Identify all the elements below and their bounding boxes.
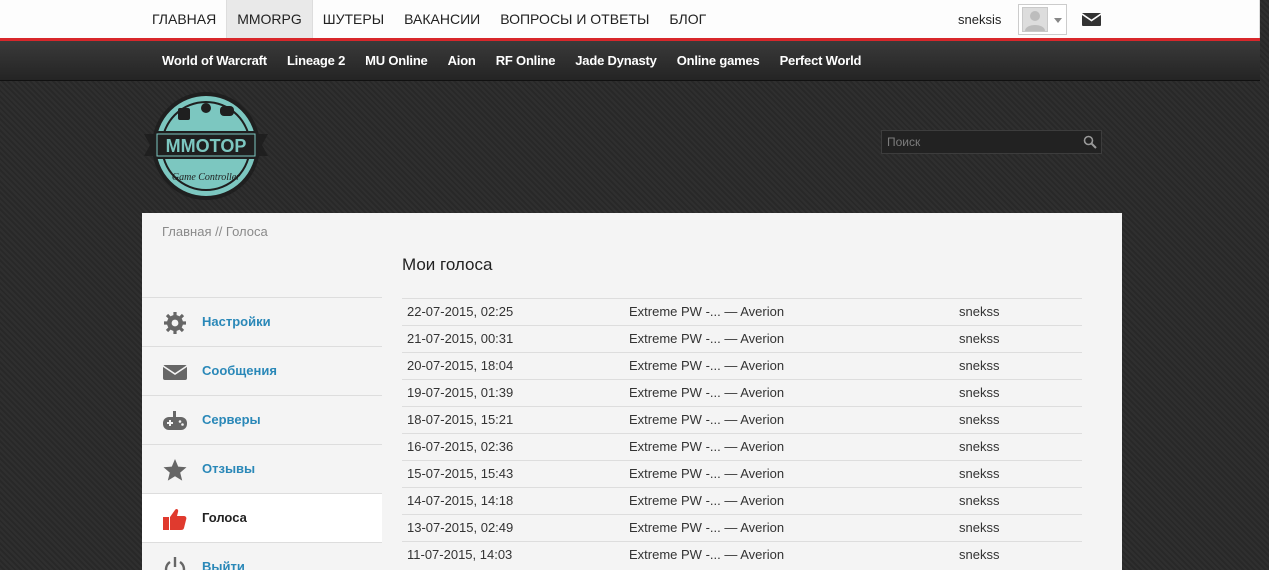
sidebar-item-logout[interactable]: Выйти <box>142 542 382 570</box>
star-icon <box>162 458 188 482</box>
menu-item-mmorpg[interactable]: MMORPG <box>226 0 313 38</box>
main-panel: Главная // Голоса Настройки Сообщения Се… <box>142 213 1122 570</box>
table-row: 19-07-2015, 01:39 Extreme PW -... — Aver… <box>402 379 1082 406</box>
power-icon <box>162 556 188 570</box>
vote-user: snekss <box>959 493 1000 508</box>
vote-server[interactable]: Extreme PW -... — Averion <box>629 461 784 487</box>
table-row: 15-07-2015, 15:43 Extreme PW -... — Aver… <box>402 460 1082 487</box>
vote-date: 19-07-2015, 01:39 <box>407 385 514 400</box>
table-row: 14-07-2015, 14:18 Extreme PW -... — Aver… <box>402 487 1082 514</box>
table-row: 16-07-2015, 02:36 Extreme PW -... — Aver… <box>402 433 1082 460</box>
sidebar-item-label: Голоса <box>202 510 247 525</box>
search-box <box>881 130 1102 154</box>
gear-icon <box>162 311 188 335</box>
search-input[interactable] <box>882 131 1072 153</box>
sidebar-item-votes[interactable]: Голоса <box>142 493 382 542</box>
user-silhouette-icon <box>1025 11 1045 31</box>
vote-server[interactable]: Extreme PW -... — Averion <box>629 542 784 568</box>
vote-date: 13-07-2015, 02:49 <box>407 520 514 535</box>
vote-user: snekss <box>959 412 1000 427</box>
sidebar-item-label: Отзывы <box>202 461 256 476</box>
table-row: 11-07-2015, 14:03 Extreme PW -... — Aver… <box>402 541 1082 568</box>
menu-item-shooters[interactable]: ШУТЕРЫ <box>313 0 394 38</box>
sidebar-item-messages[interactable]: Сообщения <box>142 346 382 395</box>
table-row: 21-07-2015, 00:31 Extreme PW -... — Aver… <box>402 325 1082 352</box>
profile-sidebar: Настройки Сообщения Серверы Отзывы Голос… <box>142 297 382 570</box>
table-row: 22-07-2015, 02:25 Extreme PW -... — Aver… <box>402 298 1082 325</box>
vote-server[interactable]: Extreme PW -... — Averion <box>629 434 784 460</box>
game-navigation: World of Warcraft Lineage 2 MU Online Ai… <box>0 41 1260 81</box>
game-link-online-games[interactable]: Online games <box>667 41 770 81</box>
vote-server[interactable]: Extreme PW -... — Averion <box>629 353 784 379</box>
vote-server[interactable]: Extreme PW -... — Averion <box>629 326 784 352</box>
avatar-dropdown[interactable] <box>1018 4 1067 35</box>
vote-server[interactable]: Extreme PW -... — Averion <box>629 299 784 325</box>
game-link-wow[interactable]: World of Warcraft <box>152 41 277 81</box>
menu-item-qa[interactable]: ВОПРОСЫ И ОТВЕТЫ <box>490 0 659 38</box>
game-link-mu-online[interactable]: MU Online <box>355 41 437 81</box>
menu-item-home[interactable]: ГЛАВНАЯ <box>142 0 226 38</box>
logo-tagline: Game Controller <box>172 172 240 183</box>
vote-user: snekss <box>959 358 1000 373</box>
game-links: World of Warcraft Lineage 2 MU Online Ai… <box>152 41 871 81</box>
sidebar-item-label: Серверы <box>202 412 261 427</box>
chevron-down-icon <box>1054 18 1062 23</box>
vote-user: snekss <box>959 547 1000 562</box>
thumbs-up-icon <box>162 507 188 531</box>
vote-user: snekss <box>959 466 1000 481</box>
table-row: 20-07-2015, 18:04 Extreme PW -... — Aver… <box>402 352 1082 379</box>
vote-server[interactable]: Extreme PW -... — Averion <box>629 488 784 514</box>
game-link-perfect-world[interactable]: Perfect World <box>770 41 872 81</box>
vote-date: 11-07-2015, 14:03 <box>407 547 513 562</box>
mail-icon[interactable] <box>1081 13 1102 31</box>
menu-item-vacancies[interactable]: ВАКАНСИИ <box>394 0 490 38</box>
vote-date: 16-07-2015, 02:36 <box>407 439 514 454</box>
sidebar-item-label: Сообщения <box>202 363 277 378</box>
envelope-icon <box>162 360 188 384</box>
site-logo[interactable]: MMOTOP Game Controller <box>142 90 272 202</box>
vote-date: 15-07-2015, 15:43 <box>407 466 514 481</box>
menu-item-blog[interactable]: БЛОГ <box>659 0 716 38</box>
vote-user: snekss <box>959 520 1000 535</box>
main-menu: ГЛАВНАЯ MMORPG ШУТЕРЫ ВАКАНСИИ ВОПРОСЫ И… <box>142 0 716 38</box>
sidebar-item-settings[interactable]: Настройки <box>142 297 382 346</box>
top-navigation: ГЛАВНАЯ MMORPG ШУТЕРЫ ВАКАНСИИ ВОПРОСЫ И… <box>0 0 1260 38</box>
vote-server[interactable]: Extreme PW -... — Averion <box>629 380 784 406</box>
sidebar-item-servers[interactable]: Серверы <box>142 395 382 444</box>
avatar <box>1022 7 1048 32</box>
vote-date: 21-07-2015, 00:31 <box>407 331 514 346</box>
game-link-aion[interactable]: Aion <box>438 41 486 81</box>
votes-table: 22-07-2015, 02:25 Extreme PW -... — Aver… <box>402 298 1082 568</box>
table-row: 18-07-2015, 15:21 Extreme PW -... — Aver… <box>402 406 1082 433</box>
sidebar-item-label: Настройки <box>202 314 271 329</box>
vote-user: snekss <box>959 304 1000 319</box>
vote-user: snekss <box>959 385 1000 400</box>
username[interactable]: sneksis <box>958 0 1001 40</box>
vote-server[interactable]: Extreme PW -... — Averion <box>629 407 784 433</box>
logo-text: MMOTOP <box>166 136 247 156</box>
gamepad-icon <box>162 409 188 433</box>
vote-date: 14-07-2015, 14:18 <box>407 493 514 508</box>
page-title: Мои голоса <box>402 255 493 274</box>
game-link-rf-online[interactable]: RF Online <box>486 41 566 81</box>
breadcrumb[interactable]: Главная // Голоса <box>162 224 268 239</box>
vote-user: snekss <box>959 331 1000 346</box>
vote-date: 18-07-2015, 15:21 <box>407 412 514 427</box>
table-row: 13-07-2015, 02:49 Extreme PW -... — Aver… <box>402 514 1082 541</box>
vote-date: 20-07-2015, 18:04 <box>407 358 514 373</box>
search-icon[interactable] <box>1083 135 1097 154</box>
vote-server[interactable]: Extreme PW -... — Averion <box>629 515 784 541</box>
vote-date: 22-07-2015, 02:25 <box>407 304 514 319</box>
sidebar-item-reviews[interactable]: Отзывы <box>142 444 382 493</box>
game-link-lineage2[interactable]: Lineage 2 <box>277 41 355 81</box>
vote-user: snekss <box>959 439 1000 454</box>
game-link-jade-dynasty[interactable]: Jade Dynasty <box>565 41 666 81</box>
sidebar-item-label: Выйти <box>202 559 245 570</box>
